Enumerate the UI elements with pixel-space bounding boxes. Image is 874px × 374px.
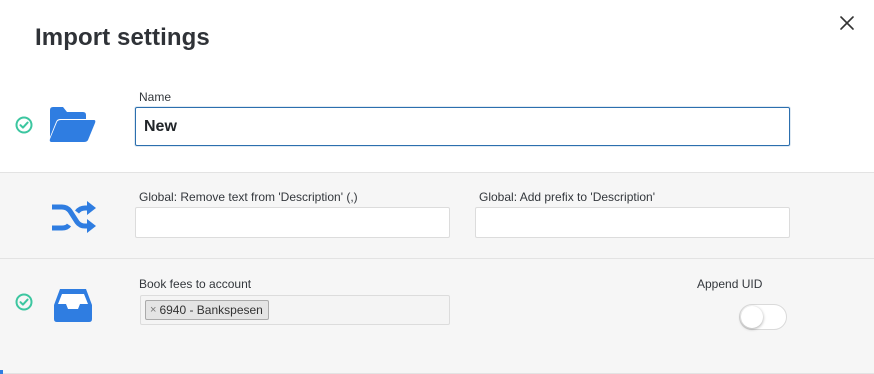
fees-account-select[interactable]: × 6940 - Bankspesen (140, 295, 450, 325)
name-section: Name New (0, 72, 874, 172)
folder-open-icon (48, 106, 96, 149)
check-circle-icon (15, 293, 33, 311)
name-input-value: New (144, 117, 177, 135)
remove-text-input[interactable] (135, 207, 450, 238)
account-tag-label: 6940 - Bankspesen (159, 303, 263, 317)
scroll-indicator (0, 370, 3, 374)
fees-section: Book fees to account × 6940 - Bankspesen… (0, 258, 874, 374)
add-prefix-input[interactable] (475, 207, 790, 238)
name-label: Name (139, 90, 172, 104)
import-settings-dialog: Import settings Name New Global: Remove … (0, 0, 874, 374)
remove-text-label: Global: Remove text from 'Description' (… (139, 190, 358, 204)
shuffle-icon (50, 198, 98, 243)
append-uid-label: Append UID (697, 277, 763, 291)
check-circle-icon (15, 116, 33, 134)
add-prefix-label: Global: Add prefix to 'Description' (479, 190, 656, 204)
global-description-section: Global: Remove text from 'Description' (… (0, 172, 874, 259)
dialog-title: Import settings (35, 24, 210, 51)
toggle-knob (741, 306, 763, 328)
remove-tag-icon[interactable]: × (150, 304, 156, 316)
name-input[interactable]: New (135, 107, 790, 146)
account-tag: × 6940 - Bankspesen (145, 300, 269, 320)
fees-account-label: Book fees to account (139, 277, 252, 291)
close-icon[interactable] (838, 14, 856, 32)
inbox-tray-icon (53, 287, 93, 328)
append-uid-toggle[interactable] (739, 304, 787, 330)
